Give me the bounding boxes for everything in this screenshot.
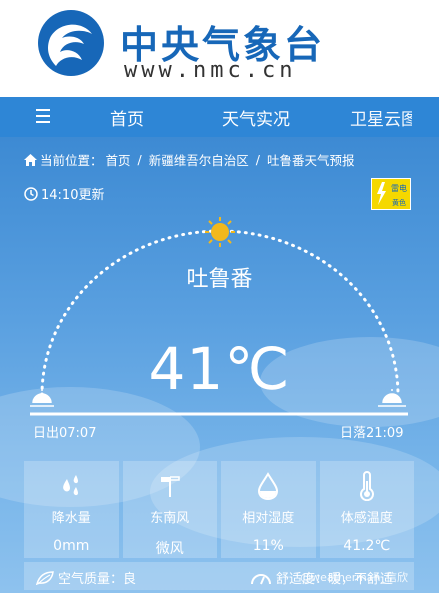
wind-direction-label: 东南风 [150,511,190,526]
main-nav: 首页 天气实况 卫星云图 [0,97,439,137]
thermometer-icon [359,471,374,501]
gauge-icon [251,573,271,584]
leaf-icon [36,570,54,585]
wind-card: 东南风 微风 [122,461,217,558]
precipitation-card: 降水量 0mm [24,461,119,558]
sunset-time: 日落21:09 [340,426,404,441]
weather-detail-cards: 降水量 0mm 东南风 微风 相对湿度 11% 体感温度 41.2℃ [24,461,414,558]
current-temperature: 41℃ [148,335,291,403]
brand-url[interactable]: www.nmc.cn [124,58,296,83]
city-name: 吐鲁番 [186,267,253,292]
humidity-card: 相对湿度 11% [221,461,316,558]
air-quality[interactable]: 空气质量：良 [36,568,136,587]
wind-speed-value: 微风 [155,541,184,557]
nav-item-satellite[interactable]: 卫星云图 [350,105,412,130]
humidity-label: 相对湿度 [242,511,295,526]
feels-like-value: 41.2℃ [343,538,391,554]
weather-panel: 当前位置： 首页 / 新疆维吾尔自治区 / 吐鲁番天气预报 14:10更新 雷电… [0,137,439,593]
precipitation-value: 0mm [53,538,90,554]
humidity-drop-icon [258,472,279,500]
nav-item-home[interactable]: 首页 [110,105,144,130]
humidity-value: 11% [252,538,284,554]
feels-like-card: 体感温度 41.2℃ [319,461,414,558]
bottom-info-bar: 空气质量：良 舒适度：暖，不舒适 @weatherman_信欣 [24,562,414,590]
wind-icon [160,476,180,497]
nmc-logo-icon[interactable] [36,8,106,78]
precipitation-label: 降水量 [51,511,91,526]
watermark: @weatherman_信欣 [300,571,408,584]
menu-icon[interactable] [36,109,50,127]
sunrise-time: 日出07:07 [33,426,97,441]
raindrops-icon [63,475,79,496]
air-quality-text: 空气质量：良 [58,572,137,587]
feels-like-label: 体感温度 [340,511,393,526]
nav-item-observation[interactable]: 天气实况 [222,105,290,130]
site-header: 中央气象台 www.nmc.cn [0,0,439,97]
